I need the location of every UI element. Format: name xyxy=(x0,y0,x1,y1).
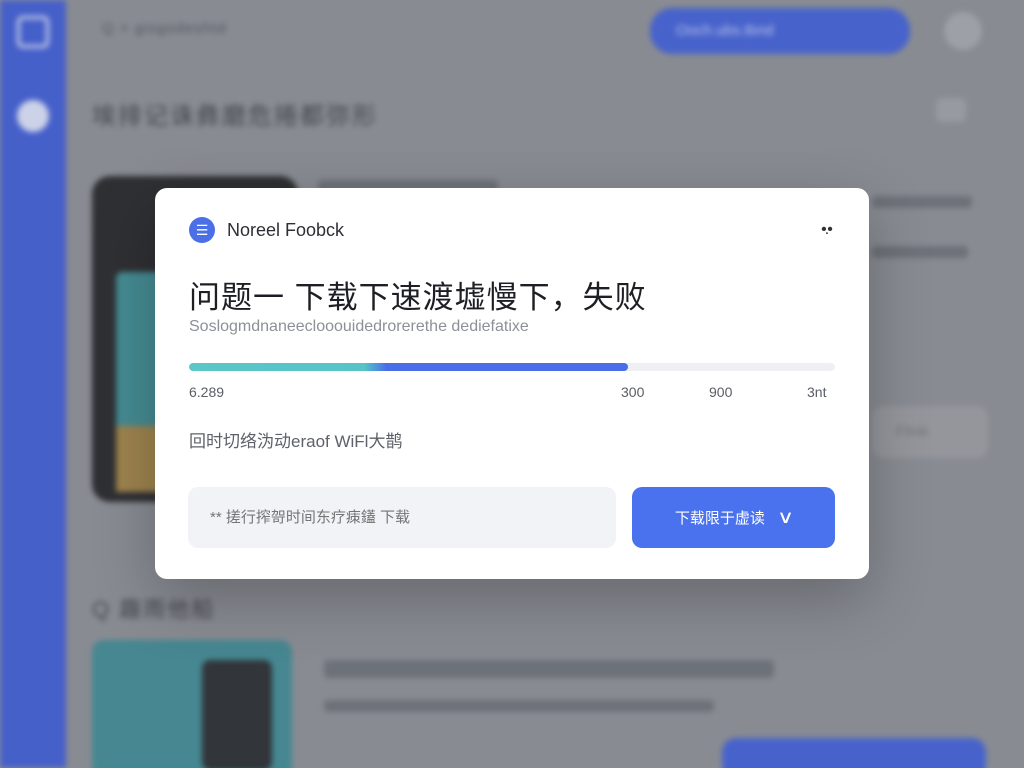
menu-lines-icon: ☰ xyxy=(189,217,215,243)
dialog-title: 问题一 下载下速渡墟慢下，失败 xyxy=(189,280,647,315)
dialog-subtitle: Soslogmdnaneeclooouidedrorerethe dediefa… xyxy=(189,318,529,335)
download-progress-bar xyxy=(189,363,835,371)
progress-fill xyxy=(189,363,629,371)
progress-start-label: 6.289 xyxy=(189,384,225,400)
dialog-header: ☰ Noreel Foobck xyxy=(189,217,345,243)
feedback-input[interactable] xyxy=(188,487,616,548)
download-button[interactable]: 下载限于虚读 ∨ xyxy=(632,487,835,548)
dialog-hint: 回时切络沩动eraof WiFl大鹊 xyxy=(189,432,403,451)
close-icon[interactable]: •.• xyxy=(815,222,837,238)
chevron-down-icon: ∨ xyxy=(776,507,795,527)
progress-tick-label: 3nt xyxy=(807,384,827,400)
progress-tick-label: 900 xyxy=(709,384,733,400)
feedback-dialog: ☰ Noreel Foobck •.• 问题一 下载下速渡墟慢下，失败 Sosl… xyxy=(155,188,869,579)
progress-tick-label: 300 xyxy=(621,384,645,400)
download-button-label: 下载限于虚读 xyxy=(674,510,765,527)
brand-name: Noreel Foobck xyxy=(227,219,345,240)
